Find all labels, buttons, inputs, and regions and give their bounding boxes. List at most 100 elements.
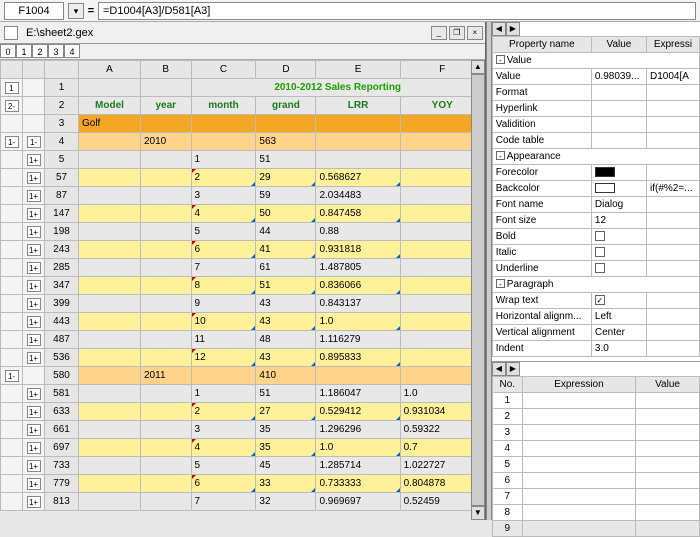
prop-expr[interactable] (646, 293, 699, 309)
expr-cell[interactable] (522, 409, 635, 425)
outline-toggle[interactable]: 1+ (27, 478, 41, 490)
grid-cell[interactable]: 0.836066 (316, 277, 400, 295)
grid-cell[interactable] (141, 349, 192, 367)
expr-value-cell[interactable] (636, 489, 700, 505)
dropdown-icon[interactable]: ▾ (68, 3, 84, 19)
row-header[interactable]: 399 (45, 295, 79, 313)
prop-value[interactable] (591, 133, 646, 149)
outline-toggle[interactable]: 1+ (27, 154, 41, 166)
outline-level-4[interactable]: 4 (64, 44, 80, 58)
outline-toggle[interactable]: 1 (5, 82, 19, 94)
grid-cell[interactable] (79, 79, 141, 97)
row-header[interactable]: 198 (45, 223, 79, 241)
grid-cell[interactable]: 9 (191, 295, 256, 313)
grid-cell[interactable] (141, 403, 192, 421)
grid-cell[interactable]: 6 (191, 241, 256, 259)
expr-value-cell[interactable] (636, 441, 700, 457)
row-header[interactable]: 813 (45, 493, 79, 511)
grid-cell[interactable] (79, 457, 141, 475)
grid-cell[interactable]: 1.116279 (316, 331, 400, 349)
prop-value[interactable]: 3.0 (591, 341, 646, 357)
expr-cell[interactable] (522, 441, 635, 457)
col-header-B[interactable]: B (141, 61, 192, 79)
grid-cell[interactable]: 29 (256, 169, 316, 187)
prop-value[interactable]: 12 (591, 213, 646, 229)
row-header[interactable]: 243 (45, 241, 79, 259)
prop-value[interactable] (591, 85, 646, 101)
grid-cell[interactable]: 1.186047 (316, 385, 400, 403)
row-header[interactable]: 580 (45, 367, 79, 385)
grid-cell[interactable]: 41 (256, 241, 316, 259)
outline-toggle[interactable]: 1+ (27, 442, 41, 454)
prop-group-value[interactable]: -Value (492, 53, 699, 69)
prop-expr[interactable]: D1004[A (646, 69, 699, 85)
outline-toggle[interactable]: 2- (5, 100, 19, 112)
grid-cell[interactable]: 0.529412 (316, 403, 400, 421)
outline-toggle[interactable]: 1+ (27, 424, 41, 436)
grid-cell[interactable]: 1.296296 (316, 421, 400, 439)
prop-expr[interactable] (646, 197, 699, 213)
grid-cell[interactable] (79, 169, 141, 187)
grid-cell[interactable] (316, 133, 400, 151)
prop-expr[interactable] (646, 309, 699, 325)
prop-expr[interactable]: if(#%2=... (646, 181, 699, 197)
grid-cell[interactable]: 563 (256, 133, 316, 151)
prop-expr[interactable] (646, 325, 699, 341)
outline-toggle[interactable]: 1- (27, 136, 41, 148)
grid-cell[interactable]: 7 (191, 259, 256, 277)
grid-cell[interactable] (316, 115, 400, 133)
formula-input[interactable] (98, 2, 696, 20)
grid-cell[interactable]: 7 (191, 493, 256, 511)
grid-cell[interactable]: 51 (256, 385, 316, 403)
expr-value-cell[interactable] (636, 425, 700, 441)
grid-cell[interactable]: 43 (256, 349, 316, 367)
grid-cell[interactable]: 3 (191, 421, 256, 439)
expr-value-cell[interactable] (636, 473, 700, 489)
checkbox[interactable]: ✓ (595, 295, 605, 305)
grid-cell[interactable]: 12 (191, 349, 256, 367)
row-header[interactable]: 661 (45, 421, 79, 439)
prop-expr[interactable] (646, 133, 699, 149)
row-header[interactable]: 697 (45, 439, 79, 457)
grid-cell[interactable] (141, 493, 192, 511)
grid-cell[interactable]: 2 (191, 403, 256, 421)
scroll-down-icon[interactable]: ▼ (471, 506, 485, 520)
checkbox[interactable] (595, 247, 605, 257)
grid-cell[interactable] (79, 421, 141, 439)
expr-cell[interactable] (522, 489, 635, 505)
outline-toggle[interactable]: 1+ (27, 244, 41, 256)
grid-cell[interactable] (141, 439, 192, 457)
grid-cell[interactable]: 32 (256, 493, 316, 511)
row-header[interactable]: 581 (45, 385, 79, 403)
expr-value-cell[interactable] (636, 505, 700, 521)
cell-reference-box[interactable]: F1004 (4, 2, 64, 20)
grid-cell[interactable]: 1.487805 (316, 259, 400, 277)
grid-cell[interactable]: 5 (191, 223, 256, 241)
row-header[interactable]: 87 (45, 187, 79, 205)
grid-cell[interactable] (141, 241, 192, 259)
grid-cell[interactable]: 43 (256, 313, 316, 331)
grid-cell[interactable]: 1.285714 (316, 457, 400, 475)
grid-cell[interactable]: 50 (256, 205, 316, 223)
grid-cell[interactable]: 10 (191, 313, 256, 331)
collapse-icon[interactable]: - (496, 55, 505, 64)
grid-cell[interactable] (79, 367, 141, 385)
row-header[interactable]: 536 (45, 349, 79, 367)
outline-toggle[interactable]: 1+ (27, 334, 41, 346)
grid-cell[interactable] (141, 79, 192, 97)
grid-cell[interactable]: 4 (191, 205, 256, 223)
expr-cell[interactable] (522, 521, 635, 537)
grid-cell[interactable]: 35 (256, 421, 316, 439)
expr-value-cell[interactable] (636, 393, 700, 409)
outline-level-1[interactable]: 1 (16, 44, 32, 58)
prop-value[interactable] (591, 261, 646, 277)
grid-cell[interactable] (141, 475, 192, 493)
outline-toggle[interactable]: 1+ (27, 496, 41, 508)
grid-cell[interactable]: 0.568627 (316, 169, 400, 187)
prop-value[interactable] (591, 245, 646, 261)
prop-value[interactable]: Left (591, 309, 646, 325)
minimize-icon[interactable]: _ (431, 26, 447, 40)
checkbox[interactable] (595, 231, 605, 241)
expr-cell[interactable] (522, 457, 635, 473)
outline-toggle[interactable]: 1+ (27, 298, 41, 310)
